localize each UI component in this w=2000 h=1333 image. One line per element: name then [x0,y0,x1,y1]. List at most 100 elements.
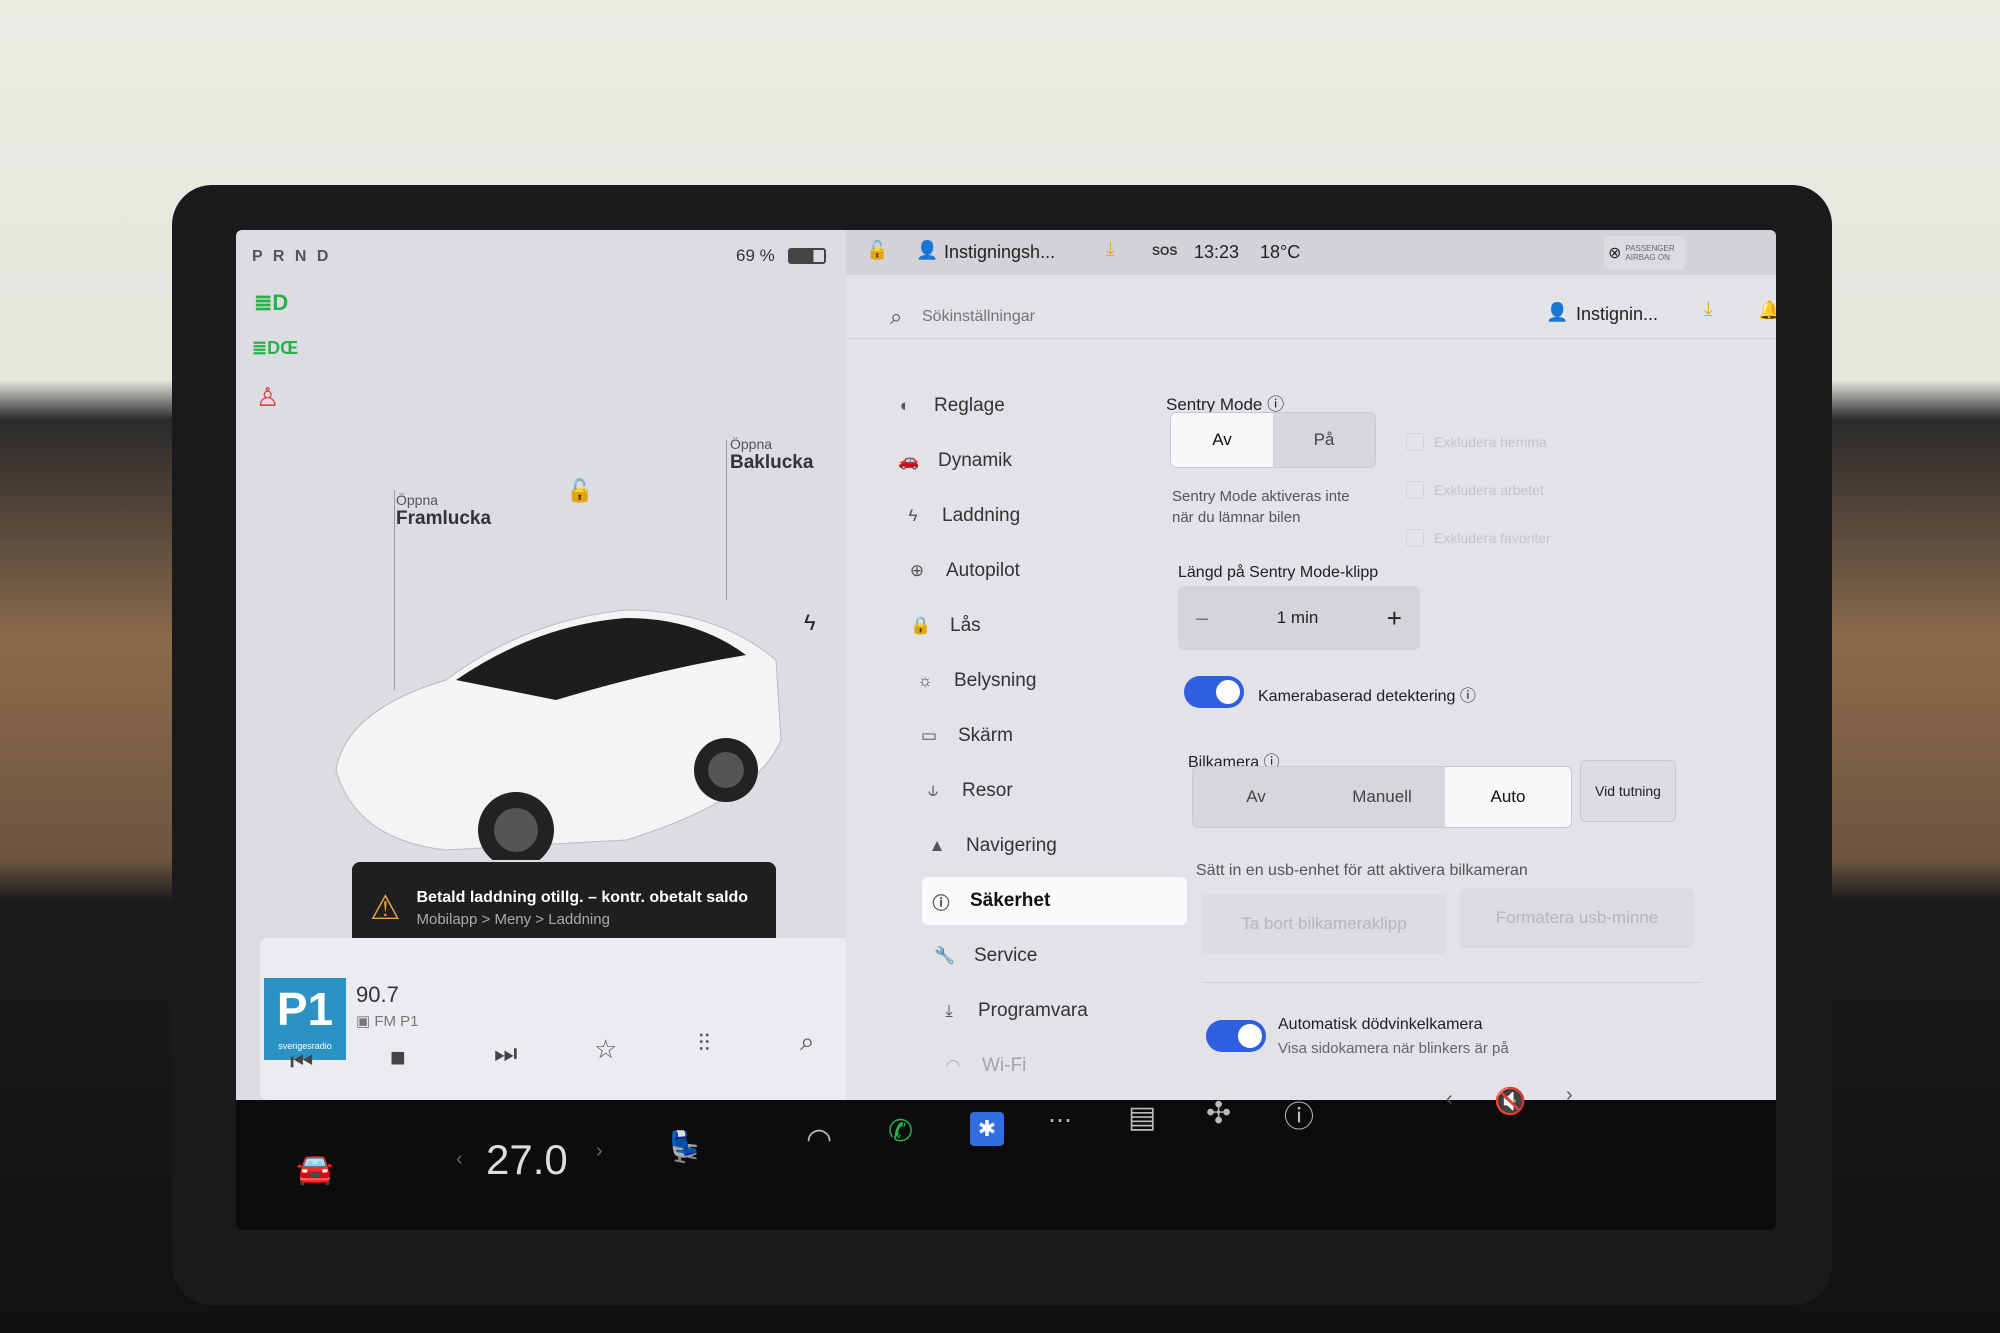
stop-icon[interactable]: ■ [390,1042,406,1073]
decrease-button[interactable]: – [1196,605,1208,631]
lock-icon: 🔒 [910,616,932,635]
menu-item-label: Belysning [954,670,1037,691]
menu-item-programvara[interactable]: ⤓ Programvara [930,987,1195,1035]
menu-item-label: Dynamik [938,450,1012,471]
trunk-button[interactable]: Öppna Baklucka [730,436,813,474]
dashcam-selector: Av Manuell Auto [1192,766,1572,828]
sun-icon: ☼ [917,671,933,690]
exclude-work[interactable]: Exkludera arbetet [1406,466,1551,514]
bottom-bar: 🚘 ‹ 27.0 › 💺 ◠ ✆ ✱ ⋯ ▤ ✣ ⓘ ‹ 🔇 › [236,1084,1776,1230]
blindspot-description: Visa sidokamera när blinkers är på [1278,1040,1509,1057]
menu-item-dynamik[interactable]: 🚗 Dynamik [890,437,1155,485]
camera-detection-label: Kamerabaserad detektering ⓘ [1258,688,1476,705]
more-icon[interactable]: ⋯ [1048,1106,1072,1135]
battery-percent: 69 % [736,246,775,265]
menu-item-wi-fi[interactable]: ◠ Wi-Fi [934,1042,1199,1090]
search-icon[interactable]: ⌕ [800,1026,815,1058]
car-icon: 🚗 [898,451,920,470]
phone-icon[interactable]: ✆ [888,1114,913,1149]
dashcam-option-auto[interactable]: Auto [1445,767,1571,827]
gear-indicator: P R N D [252,248,332,265]
exclude-options: Exkludera hemma Exkludera arbetet Exklud… [1406,418,1551,562]
menu-item-säkerhet[interactable]: ⓘ Säkerhet [922,877,1187,925]
menu-item-reglage[interactable]: ◐ Reglage [886,382,1151,430]
battery-icon [788,248,826,264]
touchscreen: P R N D ≣D ≣DŒ ♙ 69 % Öppna Framlucka 🔓 … [236,230,1776,1230]
exclude-home[interactable]: Exkludera hemma [1406,418,1551,466]
bolt-icon: ϟ [908,506,918,525]
fan-icon[interactable]: ✣ [1206,1096,1231,1131]
warning-icon: ⚠ [370,889,401,927]
menu-item-lås[interactable]: 🔒 Lås [902,602,1167,650]
unlock-icon[interactable]: 🔓 [566,478,593,504]
format-usb-button[interactable]: Formatera usb-minne [1460,888,1694,948]
lock-status-icon[interactable]: 🔓 [866,240,888,261]
trunk-label: Baklucka [730,452,814,473]
menu-item-service[interactable]: 🔧 Service [926,932,1191,980]
menu-item-navigering[interactable]: ▲ Navigering [918,822,1183,870]
charge-port-icon[interactable]: ϟ [804,610,816,636]
search-icon: ⌕ [890,304,903,329]
increase-button[interactable]: + [1387,603,1402,634]
mute-icon[interactable]: 🔇 [1494,1086,1526,1117]
volume-down-chevron[interactable]: ‹ [1446,1088,1453,1111]
bluetooth-icon[interactable]: ✱ [970,1112,1004,1146]
menu-item-resor[interactable]: ⫝ Resor [914,767,1179,815]
dashcam-option-manuell[interactable]: Manuell [1319,767,1445,827]
blindspot-title: Automatisk dödvinkelkamera [1278,1016,1483,1033]
favorite-star-icon[interactable]: ☆ [594,1034,617,1065]
safety-settings: Sentry Mode ⓘ Av På Exkludera hemma Exkl… [1166,230,1766,1100]
menu-item-autopilot[interactable]: ⊕ Autopilot [898,547,1163,595]
wiper-icon[interactable]: ◠ [806,1122,832,1157]
cabin-temperature[interactable]: 27.0 [486,1136,568,1184]
info-icon[interactable]: ⓘ [1460,688,1476,705]
equalizer-icon[interactable]: ⫶⫶ [698,1030,710,1058]
download-icon[interactable]: ⤓ [1106,238,1115,261]
sentry-option-av[interactable]: Av [1171,413,1273,467]
parking-lights-icon: ≣DŒ [252,338,299,358]
dashcam-option-av[interactable]: Av [1193,767,1319,827]
seat-heater-icon[interactable]: 💺 [666,1130,703,1165]
volume-up-chevron[interactable]: › [1566,1084,1573,1107]
menu-item-label: Lås [950,615,981,636]
sentry-mode-selector: Av På [1170,412,1376,468]
alert-subtitle: Mobilapp > Meny > Laddning [416,910,610,928]
info-icon[interactable]: ⓘ [1284,1092,1314,1136]
honk-option-button[interactable]: Vid tutning [1580,760,1676,822]
temp-down-chevron[interactable]: ‹ [456,1148,463,1171]
menu-item-label: Resor [962,780,1013,801]
camera-detection-toggle[interactable] [1184,676,1244,708]
car-icon[interactable]: 🚘 [296,1152,333,1187]
sentry-option-pa[interactable]: På [1273,413,1375,467]
menu-item-belysning[interactable]: ☼ Belysning [906,657,1171,705]
frunk-button[interactable]: Öppna Framlucka [396,492,491,530]
car-image [335,609,782,860]
menu-item-label: Laddning [942,505,1021,526]
notepad-icon[interactable]: ▤ [1128,1100,1156,1135]
clip-length-value: 1 min [1276,608,1319,627]
frunk-small: Öppna [396,492,439,508]
navigation-icon: ▲ [928,836,946,855]
menu-item-label: Service [974,945,1038,966]
alert-circle-icon: ⓘ [932,893,950,913]
menu-item-skärm[interactable]: ▭ Skärm [910,712,1175,760]
trunk-small: Öppna [730,436,773,452]
frunk-label: Framlucka [396,508,492,529]
status-profile[interactable]: Instigningsh... [944,242,1055,263]
frequency: 90.7 [356,982,399,1007]
next-icon[interactable]: ⏭ [494,1038,517,1070]
car-panel: P R N D ≣D ≣DŒ ♙ 69 % Öppna Framlucka 🔓 … [236,230,866,1100]
temp-up-chevron[interactable]: › [596,1140,603,1163]
menu-item-label: Säkerhet [970,890,1051,911]
clip-length-stepper: – 1 min + [1178,586,1420,650]
exclude-favorites[interactable]: Exkludera favoriter [1406,514,1551,562]
menu-item-label: Reglage [934,395,1005,416]
previous-icon[interactable]: ⏮ [290,1046,313,1078]
delete-clips-button[interactable]: Ta bort bilkameraklipp [1202,894,1446,954]
menu-item-laddning[interactable]: ϟ Laddning [894,492,1159,540]
menu-item-label: Wi-Fi [982,1055,1027,1076]
clip-length-title: Längd på Sentry Mode-klipp [1178,564,1379,581]
menu-item-label: Programvara [978,1000,1088,1021]
menu-item-label: Skärm [958,725,1013,746]
blindspot-camera-toggle[interactable] [1206,1020,1266,1052]
